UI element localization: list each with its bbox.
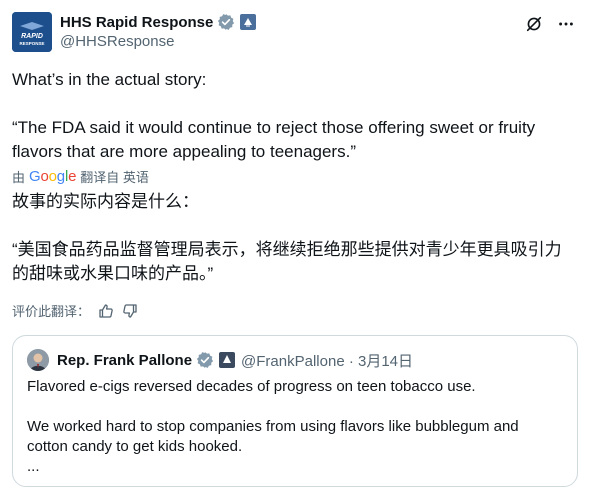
pallone-avatar[interactable] <box>27 349 49 371</box>
author-handle[interactable]: @HHSResponse <box>60 33 174 50</box>
quoted-tweet-header: Rep. Frank Pallone @FrankPallone · 3月14日 <box>27 348 413 372</box>
svg-text:RESPONSE: RESPONSE <box>19 41 44 46</box>
google-logo: Google <box>29 168 77 185</box>
svg-text:RAPID: RAPID <box>21 33 43 40</box>
thumbs-down-icon[interactable] <box>122 303 138 319</box>
translation-intro: 故事的实际内容是什么： <box>12 192 199 211</box>
header-actions <box>524 14 576 34</box>
translated-prefix: 由 <box>12 170 26 185</box>
house-badge-icon <box>219 352 236 368</box>
tweet-text-intro: What’s in the actual story: <box>12 70 207 89</box>
verified-badge-icon <box>217 13 235 31</box>
quoted-text-line2: We worked hard to stop companies from us… <box>27 418 519 455</box>
more-icon[interactable] <box>556 14 576 34</box>
quoted-author-name[interactable]: Rep. Frank Pallone <box>57 352 192 369</box>
grok-icon[interactable] <box>524 14 544 34</box>
verified-badge-icon <box>196 351 214 369</box>
rate-translation-row: 评价此翻译： <box>12 301 138 320</box>
thumbs-up-icon[interactable] <box>98 303 114 319</box>
hhs-avatar[interactable]: RAPID RESPONSE <box>12 12 52 52</box>
author-name[interactable]: HHS Rapid Response <box>60 14 213 31</box>
author-name-row: HHS Rapid Response <box>60 12 257 32</box>
quoted-tweet[interactable]: Rep. Frank Pallone @FrankPallone · 3月14日… <box>12 335 578 487</box>
tweet-text-quote: “The FDA said it would continue to rejec… <box>12 118 536 161</box>
tweet-header: RAPID RESPONSE HHS Rapid Response @HHSRe… <box>12 10 578 54</box>
translated-by-row: 由 Google 翻译自 英语 <box>12 167 149 186</box>
quoted-author-handle-date[interactable]: @FrankPallone · 3月14日 <box>241 350 413 371</box>
translated-from-label[interactable]: 翻译自 英语 <box>80 167 149 186</box>
quoted-text-ellipsis: ... <box>27 458 40 475</box>
government-badge-icon <box>240 14 257 30</box>
quoted-text-line1: Flavored e-cigs reversed decades of prog… <box>27 378 476 395</box>
translation-quote: “美国食品药品监督管理局表示，将继续拒绝那些提供对青少年更具吸引力的甜味或水果口… <box>12 240 562 283</box>
rate-translation-label: 评价此翻译： <box>12 304 91 319</box>
